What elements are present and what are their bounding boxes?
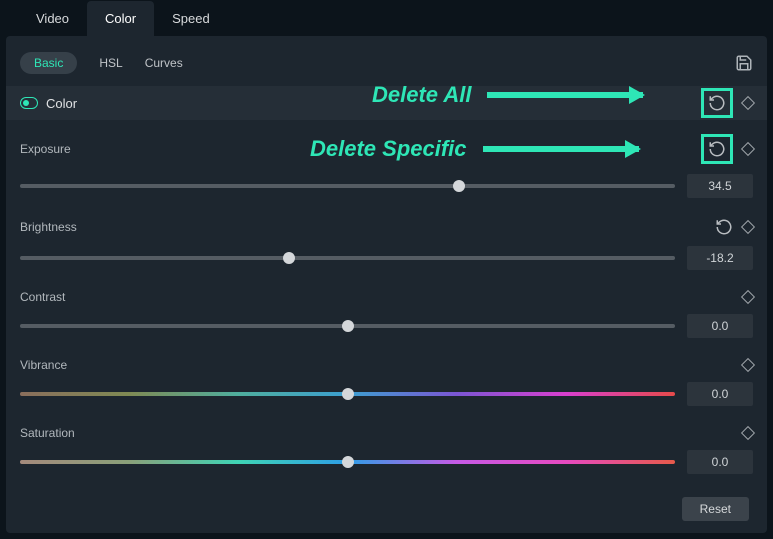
color-section-header: Color bbox=[6, 86, 767, 120]
subtab-hsl[interactable]: HSL bbox=[99, 56, 122, 70]
reset-all-highlight bbox=[701, 88, 733, 118]
saturation-value[interactable]: 0.0 bbox=[687, 450, 753, 474]
keyframe-contrast-icon[interactable] bbox=[741, 290, 755, 304]
reset-exposure-button[interactable] bbox=[708, 140, 726, 158]
vibrance-thumb[interactable] bbox=[342, 388, 354, 400]
subtab-basic[interactable]: Basic bbox=[20, 52, 77, 74]
top-tabs: Video Color Speed bbox=[0, 0, 773, 36]
reset-all-button[interactable] bbox=[708, 94, 726, 112]
vibrance-value[interactable]: 0.0 bbox=[687, 382, 753, 406]
color-section-title: Color bbox=[46, 96, 77, 111]
exposure-slider[interactable] bbox=[20, 184, 675, 188]
subtab-curves[interactable]: Curves bbox=[145, 56, 183, 70]
saturation-slider[interactable] bbox=[20, 460, 675, 464]
keyframe-vibrance-icon[interactable] bbox=[741, 358, 755, 372]
keyframe-saturation-icon[interactable] bbox=[741, 426, 755, 440]
brightness-group: Brightness -18.2 bbox=[6, 204, 767, 276]
exposure-thumb[interactable] bbox=[453, 180, 465, 192]
reset-brightness-button[interactable] bbox=[715, 218, 733, 236]
tab-color[interactable]: Color bbox=[87, 1, 154, 36]
reset-exposure-highlight bbox=[701, 134, 733, 164]
tab-speed[interactable]: Speed bbox=[154, 1, 228, 36]
brightness-value[interactable]: -18.2 bbox=[687, 246, 753, 270]
keyframe-all-icon[interactable] bbox=[741, 96, 755, 110]
exposure-value[interactable]: 34.5 bbox=[687, 174, 753, 198]
saturation-label: Saturation bbox=[20, 426, 75, 440]
saturation-group: Saturation 0.0 bbox=[6, 412, 767, 480]
keyframe-brightness-icon[interactable] bbox=[741, 220, 755, 234]
color-panel: Basic HSL Curves Color Exposure bbox=[6, 36, 767, 533]
saturation-thumb[interactable] bbox=[342, 456, 354, 468]
keyframe-exposure-icon[interactable] bbox=[741, 142, 755, 156]
brightness-thumb[interactable] bbox=[283, 252, 295, 264]
contrast-thumb[interactable] bbox=[342, 320, 354, 332]
vibrance-slider[interactable] bbox=[20, 392, 675, 396]
sub-tabs: Basic HSL Curves bbox=[6, 44, 767, 86]
contrast-slider[interactable] bbox=[20, 324, 675, 328]
contrast-label: Contrast bbox=[20, 290, 65, 304]
contrast-group: Contrast 0.0 bbox=[6, 276, 767, 344]
exposure-group: Exposure 34.5 bbox=[6, 120, 767, 204]
vibrance-group: Vibrance 0.0 bbox=[6, 344, 767, 412]
contrast-value[interactable]: 0.0 bbox=[687, 314, 753, 338]
brightness-slider[interactable] bbox=[20, 256, 675, 260]
vibrance-label: Vibrance bbox=[20, 358, 67, 372]
reset-button[interactable]: Reset bbox=[682, 497, 749, 521]
save-preset-icon[interactable] bbox=[735, 54, 753, 72]
exposure-label: Exposure bbox=[20, 142, 71, 156]
tab-video[interactable]: Video bbox=[18, 1, 87, 36]
color-toggle[interactable] bbox=[20, 97, 38, 109]
brightness-label: Brightness bbox=[20, 220, 77, 234]
